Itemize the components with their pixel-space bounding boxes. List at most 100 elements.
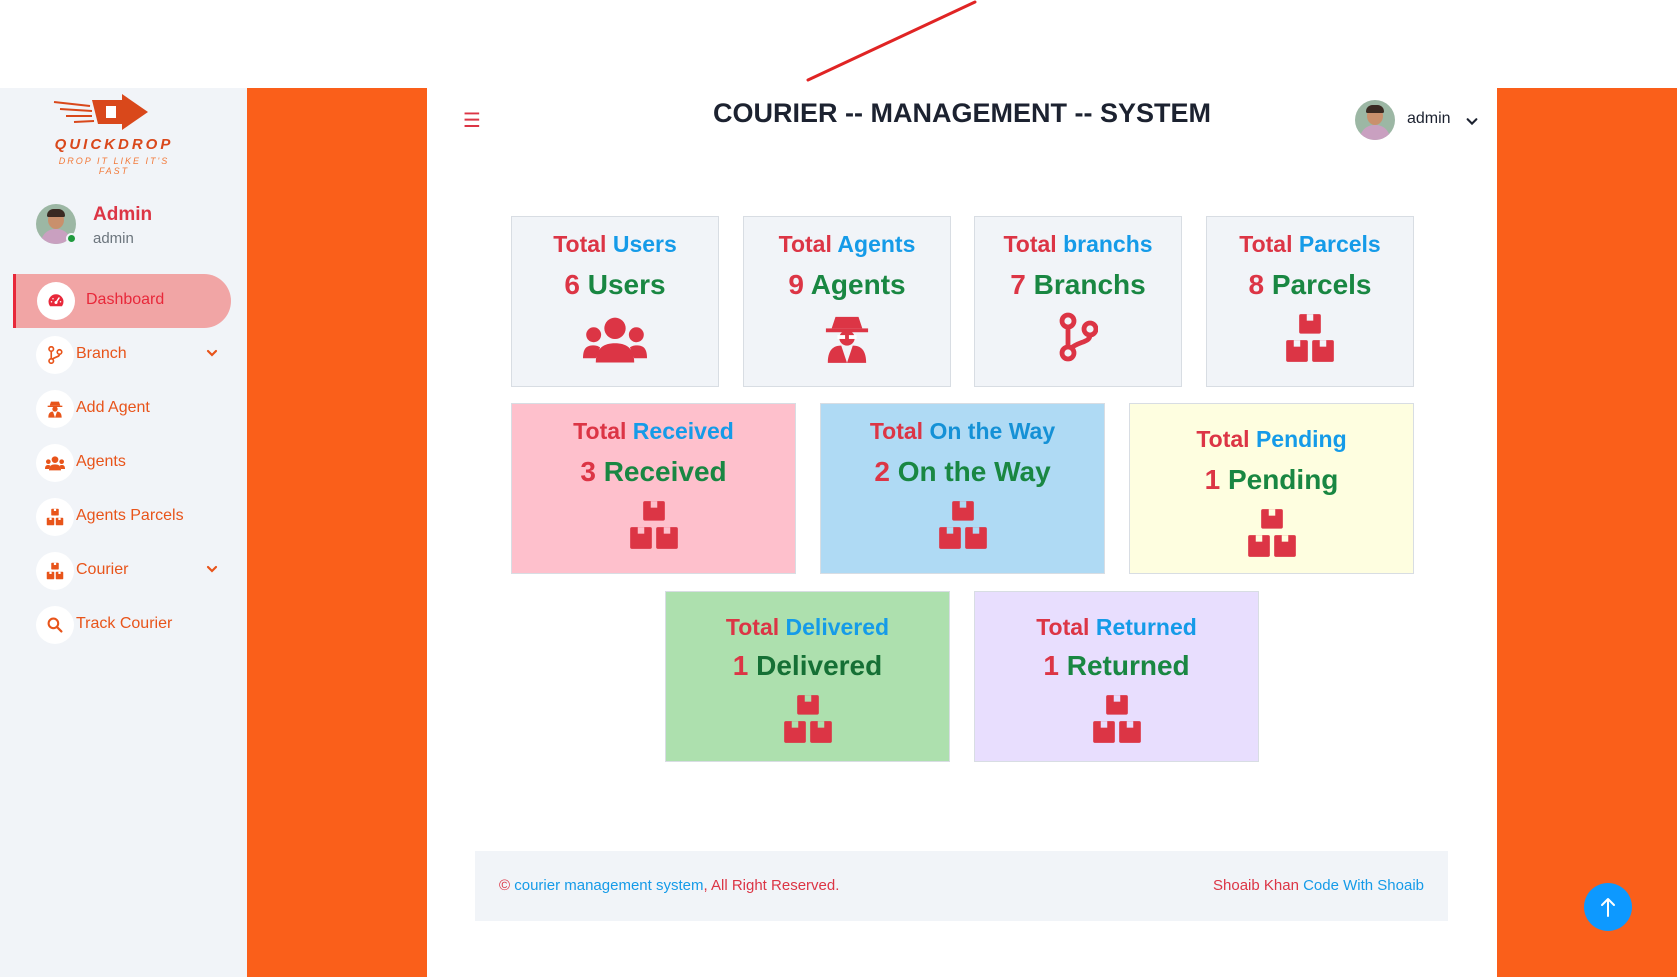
sidebar-item-label: Agents xyxy=(76,453,126,470)
sidebar-item-label: Dashboard xyxy=(86,291,165,308)
card-total-pending[interactable]: Total Pending 1 Pending xyxy=(1129,403,1414,574)
card-count-value: 1 xyxy=(1043,650,1059,681)
card-title-prefix: Total xyxy=(1239,231,1293,257)
card-total-returned[interactable]: Total Returned 1 Returned xyxy=(974,591,1259,762)
boxes-icon xyxy=(1286,314,1334,362)
card-count-label: Returned xyxy=(1066,650,1190,681)
avatar xyxy=(1355,100,1395,140)
card-count-value: 1 xyxy=(732,650,749,681)
card-count-label: Pending xyxy=(1227,464,1339,495)
sidebar-item-track-courier[interactable]: Track Courier xyxy=(13,598,231,652)
card-title-label: Received xyxy=(632,418,734,444)
footer-author: Shoaib Khan xyxy=(1213,877,1299,894)
chevron-down-icon[interactable] xyxy=(204,345,220,361)
profile-name: Admin xyxy=(93,204,153,225)
footer-copyright: © courier management system, All Right R… xyxy=(499,877,839,894)
footer-site-link[interactable]: courier management system xyxy=(514,877,703,894)
card-title-label: Agents xyxy=(837,231,916,257)
main-content: ☰ COURIER -- MANAGEMENT -- SYSTEM admin … xyxy=(427,88,1497,977)
sidebar: QUICKDROP DROP IT LIKE IT'S FAST Admin a… xyxy=(0,88,247,977)
sidebar-profile[interactable]: Admin admin xyxy=(36,204,236,254)
branch-icon xyxy=(1059,312,1098,362)
card-count-label: Branchs xyxy=(1033,269,1146,300)
card-title-prefix: Total xyxy=(1196,426,1250,452)
card-title-label: On the Way xyxy=(929,418,1056,444)
card-title-label: Users xyxy=(612,231,677,257)
search-icon xyxy=(36,606,74,644)
card-count-value: 9 xyxy=(788,269,804,300)
card-count-value: 1 xyxy=(1204,464,1221,495)
card-title-prefix: Total xyxy=(1036,614,1090,640)
page-title: COURIER -- MANAGEMENT -- SYSTEM xyxy=(713,98,1211,128)
card-count-value: 6 xyxy=(564,269,580,300)
card-count-value: 3 xyxy=(580,456,596,487)
card-count-value: 8 xyxy=(1248,269,1265,300)
card-title-prefix: Total xyxy=(573,418,627,444)
card-total-received[interactable]: Total Received 3 Received xyxy=(511,403,796,574)
card-title-label: branchs xyxy=(1063,231,1153,257)
card-count-label: Users xyxy=(587,269,666,300)
sidebar-item-courier[interactable]: Courier xyxy=(13,544,231,598)
brand-tagline: DROP IT LIKE IT'S FAST xyxy=(58,156,170,176)
orange-side-panel-right xyxy=(1497,88,1677,977)
card-title-prefix: Total xyxy=(778,231,832,257)
copyright-symbol: © xyxy=(499,877,511,894)
card-title-prefix: Total xyxy=(725,614,780,640)
online-status-dot xyxy=(66,233,77,244)
card-title-prefix: Total xyxy=(1003,231,1057,257)
boxes-icon xyxy=(938,501,987,549)
users-icon xyxy=(36,444,74,482)
sidebar-item-label: Courier xyxy=(76,561,129,578)
sidebar-item-branch[interactable]: Branch xyxy=(13,328,231,382)
boxes-icon xyxy=(36,498,74,536)
annotation-stroke xyxy=(806,0,977,82)
brand-logo[interactable]: QUICKDROP DROP IT LIKE IT'S FAST xyxy=(44,92,184,176)
users-icon xyxy=(583,317,647,363)
sidebar-item-agents[interactable]: Agents xyxy=(13,436,231,490)
arrow-up-icon xyxy=(1601,898,1615,917)
footer-rights-text: , All Right Reserved. xyxy=(703,877,840,894)
boxes-icon xyxy=(629,501,678,549)
branch-icon xyxy=(36,336,74,374)
footer-credit: Shoaib Khan Code With Shoaib xyxy=(1213,877,1424,894)
footer: © courier management system, All Right R… xyxy=(475,851,1448,921)
page: QUICKDROP DROP IT LIKE IT'S FAST Admin a… xyxy=(0,0,1677,977)
card-count-label: Delivered xyxy=(756,650,883,681)
card-title-label: Returned xyxy=(1095,614,1197,640)
card-total-delivered[interactable]: Total Delivered 1 Delivered xyxy=(665,591,950,762)
card-title-label: Delivered xyxy=(785,614,890,640)
chevron-down-icon[interactable] xyxy=(204,561,220,577)
sidebar-item-label: Add Agent xyxy=(76,399,150,416)
card-total-agents[interactable]: Total Agents 9 Agents xyxy=(743,216,951,387)
card-count-value: 7 xyxy=(1010,269,1026,300)
sidebar-item-add-agent[interactable]: Add Agent xyxy=(13,382,231,436)
card-title-label: Parcels xyxy=(1298,231,1381,257)
card-total-on-the-way[interactable]: Total On the Way 2 On the Way xyxy=(820,403,1105,574)
boxes-icon xyxy=(1247,509,1296,557)
card-total-users[interactable]: Total Users 6 Users xyxy=(511,216,719,387)
card-title-label: Pending xyxy=(1255,426,1347,452)
sidebar-item-label: Agents Parcels xyxy=(76,507,184,524)
brand-name: QUICKDROP xyxy=(54,136,174,153)
spy-icon xyxy=(825,316,869,363)
card-title-prefix: Total xyxy=(869,418,924,444)
footer-author-link[interactable]: Code With Shoaib xyxy=(1303,877,1424,894)
boxes-icon xyxy=(36,552,74,590)
speedometer-icon xyxy=(37,282,75,320)
sidebar-item-label: Branch xyxy=(76,345,127,362)
sidebar-item-dashboard[interactable]: Dashboard xyxy=(13,274,231,328)
user-menu[interactable]: admin xyxy=(1355,100,1495,140)
orange-side-panel-left xyxy=(247,88,427,977)
card-count-value: 2 xyxy=(874,456,890,487)
card-count-label: On the Way xyxy=(897,456,1051,487)
boxes-icon xyxy=(1092,695,1141,743)
card-count-label: Agents xyxy=(810,269,906,300)
card-total-branchs[interactable]: Total branchs 7 Branchs xyxy=(974,216,1182,387)
card-count-label: Parcels xyxy=(1271,269,1372,300)
scroll-to-top-button[interactable] xyxy=(1584,883,1632,931)
sidebar-item-agents-parcels[interactable]: Agents Parcels xyxy=(13,490,231,544)
card-total-parcels[interactable]: Total Parcels 8 Parcels xyxy=(1206,216,1414,387)
delivery-logo-icon xyxy=(53,94,148,130)
card-count-label: Received xyxy=(603,456,727,487)
chevron-down-icon xyxy=(1466,118,1478,126)
